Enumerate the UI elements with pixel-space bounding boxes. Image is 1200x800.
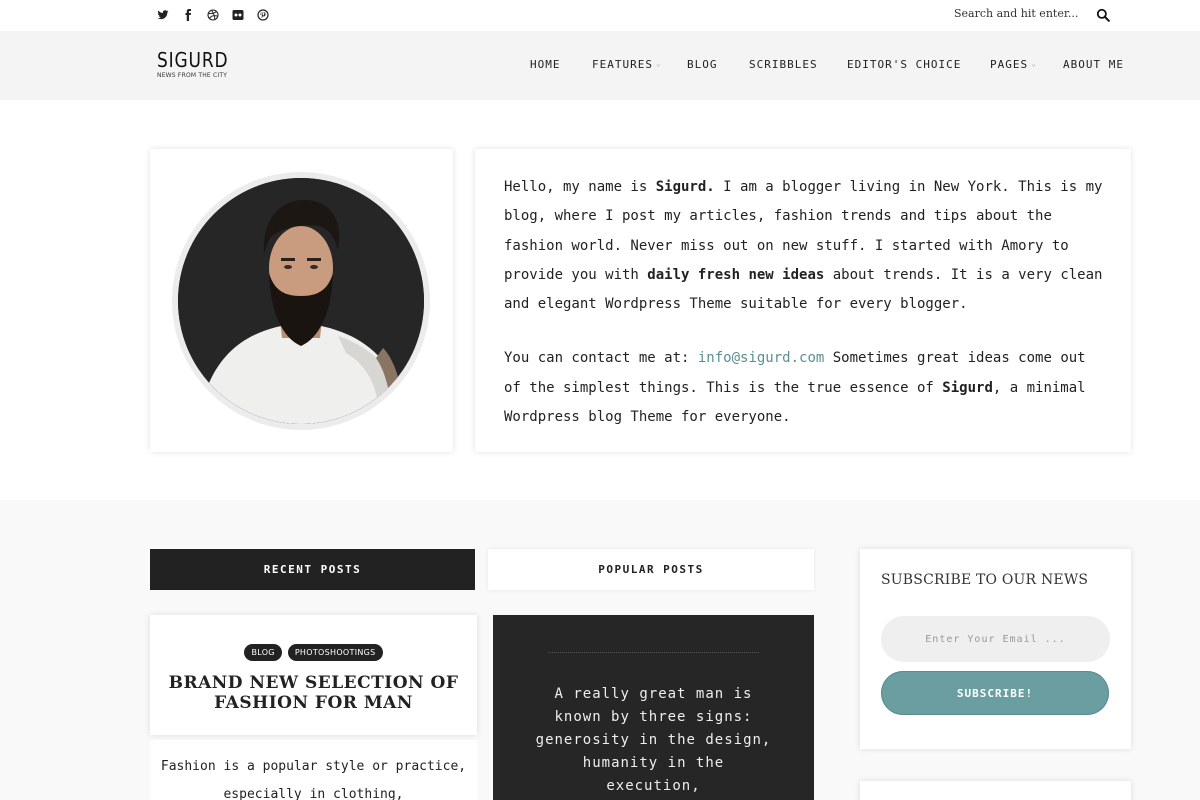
nav-item-pages[interactable]: PAGES ⌄ xyxy=(990,58,1037,71)
subscribe-title: SUBSCRIBE TO OUR NEWS xyxy=(881,572,1089,588)
twitter-icon[interactable] xyxy=(157,9,169,21)
avatar-ring xyxy=(172,172,430,430)
top-bar: Search and hit enter... xyxy=(0,0,1200,31)
nav-label: EDITOR'S CHOICE xyxy=(847,58,962,71)
search-icon[interactable] xyxy=(1096,7,1110,22)
post-card[interactable]: BLOG PHOTOSHOOTINGS BRAND NEW SELECTION … xyxy=(150,615,477,735)
nav-label: BLOG xyxy=(687,58,718,71)
chevron-down-icon: ⌄ xyxy=(655,59,662,68)
nav-item-features[interactable]: FEATURES ⌄ xyxy=(592,58,662,71)
social-links xyxy=(157,9,269,21)
email-field[interactable] xyxy=(881,616,1110,662)
dribbble-icon[interactable] xyxy=(207,9,219,21)
bio-card: Hello, my name is Sigurd. I am a blogger… xyxy=(475,149,1131,452)
category-badge-blog[interactable]: BLOG xyxy=(244,644,282,661)
subscribe-widget: SUBSCRIBE TO OUR NEWS SUBSCRIBE! xyxy=(860,549,1131,749)
nav-item-blog[interactable]: BLOG xyxy=(687,58,718,71)
main-nav: HOME FEATURES ⌄ BLOG SCRIBBLES EDITOR'S C… xyxy=(0,58,1200,74)
profile-photo-card xyxy=(150,149,453,452)
flickr-icon[interactable] xyxy=(232,9,244,21)
divider xyxy=(548,652,759,653)
nav-label: HOME xyxy=(530,58,561,71)
nav-item-scribbles[interactable]: SCRIBBLES xyxy=(749,58,818,71)
category-badge-photoshootings[interactable]: PHOTOSHOOTINGS xyxy=(287,644,383,661)
nav-item-editors-choice[interactable]: EDITOR'S CHOICE xyxy=(847,58,961,71)
post-excerpt: Fashion is a popular style or practice, … xyxy=(150,740,477,800)
avatar xyxy=(178,178,424,424)
chevron-down-icon: ⌄ xyxy=(1031,59,1037,68)
tab-popular-posts[interactable]: POPULAR POSTS xyxy=(488,549,814,590)
pinterest-icon[interactable] xyxy=(257,9,269,21)
nav-label: FEATURES xyxy=(592,58,653,71)
site-header: SIGURD NEWS FROM THE CITY HOME FEATURES ⌄… xyxy=(0,31,1200,100)
nav-item-home[interactable]: HOME xyxy=(530,58,561,71)
nav-label: SCRIBBLES xyxy=(749,58,818,71)
nav-item-about-me[interactable]: ABOUT ME xyxy=(1063,58,1124,71)
search-input[interactable]: Search and hit enter... xyxy=(954,7,1078,20)
email-link[interactable]: info@sigurd.com xyxy=(698,350,824,366)
tab-recent-posts[interactable]: RECENT POSTS xyxy=(150,549,475,590)
nav-label: PAGES xyxy=(990,58,1029,71)
post-badges: BLOG PHOTOSHOOTINGS xyxy=(150,644,477,661)
sidebar-widget xyxy=(860,781,1131,800)
post-title[interactable]: BRAND NEW SELECTION OF FASHION FOR MAN xyxy=(150,673,477,713)
quote-card: A really great man is known by three sig… xyxy=(493,615,814,800)
facebook-icon[interactable] xyxy=(182,9,194,21)
about-section: Hello, my name is Sigurd. I am a blogger… xyxy=(0,100,1200,500)
contact-paragraph: You can contact me at: info@sigurd.com S… xyxy=(504,350,1086,426)
bio-paragraph: Hello, my name is Sigurd. I am a blogger… xyxy=(504,179,1103,313)
nav-label: ABOUT ME xyxy=(1063,58,1124,71)
quote-text: A really great man is known by three sig… xyxy=(535,686,772,794)
posts-section: RECENT POSTS POPULAR POSTS BLOG PHOTOSHO… xyxy=(0,500,1200,800)
subscribe-button[interactable]: SUBSCRIBE! xyxy=(881,671,1109,715)
